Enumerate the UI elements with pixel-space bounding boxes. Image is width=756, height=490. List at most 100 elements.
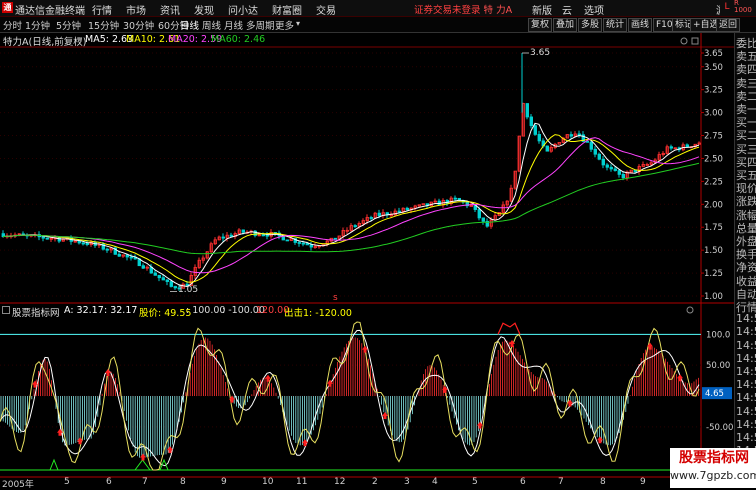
price-axis-tick: 3.25 [704,86,723,96]
low-price-label: 1.05 [178,285,198,295]
x-axis-tick: 5 [64,477,70,487]
candle-body [301,242,305,245]
ma60-line [2,162,700,255]
indicator-exit: 出击1: -120.00 [284,308,352,319]
price-axis-tick: 2.00 [704,200,723,210]
price-axis-tick: 1.00 [704,292,723,302]
candle-body [77,240,81,244]
top-signal-squiggle [497,322,521,335]
candle-body [333,237,337,240]
collapse-icon[interactable]: ◂ [77,34,82,45]
indicator-axis-tick: 100.0 [706,330,730,340]
candle-body [525,103,529,118]
price-axis-tick: 1.25 [704,269,723,279]
price-axis-tick: 1.50 [704,246,723,256]
quote-panel-item[interactable]: 14:50 [736,365,756,378]
candle-body [377,212,381,217]
candle-body [369,217,373,219]
signal-arrow-icon [140,453,146,461]
stock-title: 特力A(日线,前复权) [3,37,87,48]
candle-body [309,244,313,248]
quote-panel-item[interactable]: 14:50 [736,431,756,444]
candle-body [537,134,541,142]
x-axis-tick: 12 [334,477,346,487]
lr-badge-small: R 1000 [734,0,756,15]
pane-maximize-icon[interactable] [691,37,699,45]
price-axis-tick: 2.75 [704,132,723,142]
x-axis-tick: 9 [221,477,227,487]
candle-body [609,166,613,170]
signal-arrow-icon [477,421,483,429]
indicator-axis-tick: 50.00 [706,361,730,371]
indicator-axis-tick: -50.00 [706,423,733,433]
candle-body [569,134,573,137]
candle-body [125,254,129,258]
candle-body [153,272,157,276]
candle-body [161,277,165,281]
quote-panel-item[interactable]: 14:50 [736,312,756,325]
x-axis-tick: 2005年 [2,480,34,490]
quote-panel-item[interactable]: 14:50 [736,405,756,418]
candle-body [613,168,617,171]
kline-chart: 3.65 3.50 3.25 3.00 2.75 2.50 2.25 2.00 1.75 1.50… [0,33,734,478]
indicator-price: 股价: 49.55 [139,308,192,319]
indicator-yellow-line [0,321,700,471]
signal-arrow-icon [105,368,111,376]
candle-body [129,256,133,259]
quote-panel-item[interactable]: 14:50 [736,391,756,404]
candle-body [117,253,121,257]
candle-body [577,133,581,136]
candle-body [105,248,109,251]
signal-spike [134,459,151,471]
candle-body [81,242,85,245]
lr-badge: L [720,0,734,15]
candle-body [589,141,593,150]
candle-body [45,237,49,240]
candle-body [285,239,289,242]
watermark-logo: 股票指标网 www.7gpzb.com [670,448,756,488]
candle-body [41,236,45,239]
x-axis-tick: 11 [296,477,308,487]
candle-body [297,242,301,244]
price-axis-tick: 2.50 [704,154,723,164]
candle-body [601,158,605,166]
candle-body [405,207,409,211]
quote-panel-item[interactable]: 14:50 [736,325,756,338]
quote-panel-item[interactable]: 14:50 [736,418,756,431]
candle-body [165,279,169,282]
price-axis-tick: 3.00 [704,109,723,119]
x-axis-tick: 6 [106,477,112,487]
candle-body [141,265,145,269]
candle-body [477,209,481,219]
x-axis-tick: 7 [558,477,564,487]
high-price-label: 3.65 [530,48,550,58]
candle-body [353,225,357,227]
price-axis-tick: 2.25 [704,177,723,187]
indicator-p100: : 100.00 [186,305,226,316]
quote-panel-item[interactable]: 14:50 [736,352,756,365]
x-axis-tick: 4 [432,477,438,487]
candle-body [597,153,601,160]
candle-body [529,116,533,127]
indicator-name[interactable]: 股票指标网 [12,305,60,319]
x-axis-tick: 5 [472,477,478,487]
ma60-value: MA60: 2.46 [211,34,266,45]
pane-settings-icon[interactable] [680,37,688,45]
signal-spike [49,458,59,471]
candle-body [173,286,177,289]
price-axis-tick: 1.75 [704,223,723,233]
quote-panel-item[interactable]: 14:50 [736,378,756,391]
candle-body [605,164,609,168]
x-axis-tick: 9 [640,477,646,487]
candle-body [617,170,621,175]
x-axis-tick: 6 [520,477,526,487]
x-axis-tick: 10 [262,477,274,487]
candle-body [545,145,549,152]
right-quote-panel: 委比 卖五 卖四 卖三 卖二 卖一 买一 买二 买三 买四 买五 现价 涨跌 涨幅 总量 外盘 换手 净资 收益 自动… [734,33,756,487]
candle-body [453,197,457,200]
x-axis-tick: 3 [404,477,410,487]
price-axis-tick: 3.65 [704,49,723,59]
signal-arrow-icon [597,436,603,444]
candle-body [305,243,309,246]
quote-panel-item[interactable]: 14:50 [736,339,756,352]
